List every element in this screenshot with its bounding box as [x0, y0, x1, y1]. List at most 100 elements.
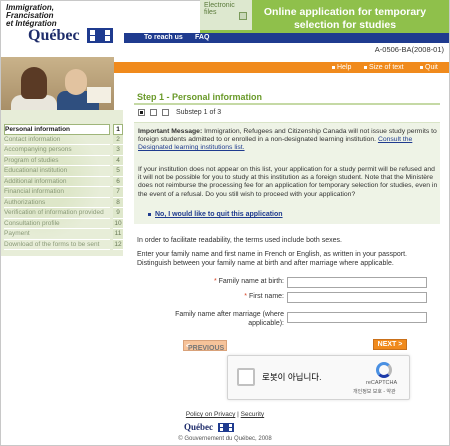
sidebar-item-number: 6	[113, 176, 123, 187]
recaptcha-logo-icon	[376, 362, 392, 378]
readability-note: In order to facilitate readability, the …	[137, 237, 342, 244]
sidebar-item-number: 12	[113, 239, 123, 250]
sidebar-item-label: Personal information	[4, 124, 110, 135]
sidebar-item-label: Program of studies	[4, 156, 110, 166]
quebec-flag-icon	[87, 28, 113, 43]
sidebar-item-label: Authorizations	[4, 198, 110, 208]
first-name-label: * First name:	[244, 293, 284, 300]
bullet-icon	[364, 65, 367, 69]
sidebar-item-label: Accompanying persons	[4, 145, 110, 156]
divider	[134, 103, 440, 105]
bullet-icon	[420, 65, 423, 69]
sidebar-item-program-of-studies[interactable]: Program of studies 4	[1, 155, 123, 166]
bullet-icon	[148, 212, 151, 216]
sidebar-item-accompanying-persons[interactable]: Accompanying persons 3	[1, 145, 123, 156]
sidebar-item-number: 1	[113, 124, 123, 135]
quebec-logo-word: Québec	[28, 27, 80, 44]
sidebar-item-financial-information[interactable]: Financial information 7	[1, 187, 123, 198]
bullet-icon	[332, 65, 335, 69]
substep-label: Substep 1 of 3	[176, 109, 222, 116]
recaptcha-checkbox[interactable]	[237, 368, 255, 386]
sidebar-item-contact-information[interactable]: Contact information 2	[1, 134, 123, 145]
important-message-text: Important Message: Immigration, Refugees…	[138, 128, 438, 153]
help-link[interactable]: Help	[332, 62, 351, 73]
copyright: © Gouvernement du Québec, 2008	[178, 436, 272, 442]
sidebar-item-label: Consultation profile	[4, 219, 110, 229]
footer-flag-icon	[218, 423, 234, 432]
recaptcha-widget: 로봇이 아닙니다. reCAPTCHA 개인정보 보호 - 약관	[227, 355, 410, 400]
family-name-birth-input[interactable]	[287, 277, 427, 288]
family-name-marriage-row: Family name after marriage (where applic…	[134, 310, 434, 327]
faq-link[interactable]: FAQ	[195, 33, 209, 43]
page-title: Online application for temporary selecti…	[263, 6, 427, 31]
quit-application-link[interactable]: No, I would like to quit this applicatio…	[148, 211, 283, 218]
family-name-marriage-input[interactable]	[287, 312, 427, 323]
top-nav: To reach us FAQ	[124, 33, 449, 43]
substep-3-checkbox	[162, 109, 169, 116]
previous-button[interactable]: < PREVIOUS	[183, 340, 227, 352]
family-name-birth-label: * Family name at birth:	[213, 278, 284, 285]
first-name-row: * First name:	[134, 292, 434, 303]
sidebar-item-authorizations[interactable]: Authorizations 8	[1, 197, 123, 208]
sidebar-item-number: 10	[113, 218, 123, 229]
quit-application-label: No, I would like to quit this applicatio…	[155, 211, 283, 218]
step-title: Step 1 - Personal information	[137, 92, 263, 102]
previous-label: PREVIOUS	[188, 345, 225, 352]
help-label: Help	[337, 64, 352, 71]
electronic-files-label: Electronic files	[204, 2, 235, 16]
lock-icon	[239, 12, 247, 20]
sidebar-item-number: 2	[113, 134, 123, 145]
sidebar-item-educational-institution[interactable]: Educational institution 5	[1, 166, 123, 177]
sidebar-item-label: Additional information	[4, 177, 110, 187]
sidebar-item-label: Educational institution	[4, 166, 110, 177]
required-mark: *	[244, 293, 248, 300]
sidebar-item-verification[interactable]: Verification of information provided 9	[1, 208, 123, 219]
sidebar-item-number: 5	[113, 166, 123, 177]
sidebar-item-additional-information[interactable]: Additional information 6	[1, 176, 123, 187]
sidebar-item-consultation-profile[interactable]: Consultation profile 10	[1, 218, 123, 229]
students-photo	[1, 57, 114, 110]
important-message: Important Message: Immigration, Refugees…	[134, 122, 440, 224]
family-name-birth-row: * Family name at birth:	[134, 277, 434, 288]
org-name: Immigration, Francisation et Intégration	[6, 4, 57, 28]
sidebar-item-number: 4	[113, 155, 123, 166]
quit-link[interactable]: Quit	[420, 62, 438, 73]
sidebar-item-label: Financial information	[4, 187, 110, 198]
sidebar-item-label: Download of the forms to be sent	[4, 240, 110, 250]
footer-separator: |	[237, 411, 239, 418]
substep-2-checkbox	[150, 109, 157, 116]
sidebar-item-personal-information[interactable]: Personal information 1	[1, 124, 123, 135]
security-link[interactable]: Security	[241, 411, 264, 418]
sidebar-item-number: 8	[113, 197, 123, 208]
sidebar-item-label: Verification of information provided	[4, 208, 110, 219]
text-size-label: Size of text	[369, 64, 404, 71]
sidebar-item-number: 3	[113, 145, 123, 156]
name-instructions: Enter your family name and first name in…	[137, 251, 408, 267]
quit-label: Quit	[425, 64, 438, 71]
first-name-input[interactable]	[287, 292, 427, 303]
recaptcha-terms-link[interactable]: 개인정보 보호 - 약관	[353, 388, 396, 395]
family-name-marriage-label: Family name after marriage (where applic…	[175, 311, 284, 327]
sidebar-item-number: 11	[113, 229, 123, 240]
toolbar: Help Size of text Quit	[114, 62, 449, 73]
steps-sidebar: Personal information 1 Contact informatio…	[1, 110, 123, 256]
sidebar-item-label: Payment	[4, 229, 110, 240]
sidebar-item-payment[interactable]: Payment 11	[1, 229, 123, 240]
required-mark: *	[213, 278, 217, 285]
electronic-files-tab[interactable]: Electronic files	[200, 0, 252, 30]
sidebar-item-number: 9	[113, 208, 123, 219]
recaptcha-brand: reCAPTCHA	[366, 380, 398, 386]
recaptcha-label: 로봇이 아닙니다.	[262, 372, 322, 382]
to-reach-us-link[interactable]: To reach us	[144, 33, 183, 43]
privacy-policy-link[interactable]: Policy on Privacy	[186, 411, 236, 418]
sidebar-item-download-forms[interactable]: Download of the forms to be sent 12	[1, 239, 123, 250]
sidebar-item-number: 7	[113, 187, 123, 198]
footer-links: Policy on Privacy | Security	[0, 411, 450, 418]
important-message-label: Important Message:	[138, 128, 203, 135]
substep-1-checkbox	[138, 109, 145, 116]
next-button[interactable]: NEXT >	[373, 339, 407, 350]
sidebar-item-label: Contact information	[4, 135, 110, 145]
form-code: A-0506-BA(2008-01)	[374, 45, 444, 54]
refusal-warning-text: If your institution does not appear on t…	[138, 166, 438, 198]
text-size-link[interactable]: Size of text	[364, 62, 404, 73]
